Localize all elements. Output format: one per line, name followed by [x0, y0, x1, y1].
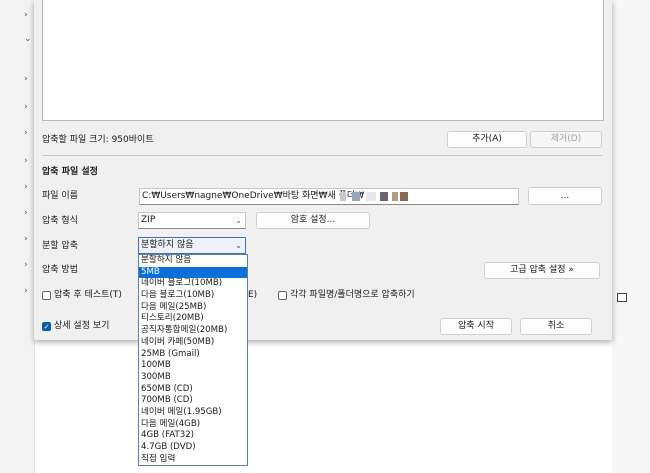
dropdown-option[interactable]: 분할하지 않음: [139, 255, 247, 267]
split-select[interactable]: 분할하지 않음 ⌄: [138, 237, 246, 254]
method-label: 압축 방법: [42, 265, 78, 275]
start-compress-button[interactable]: 압축 시작: [440, 318, 512, 335]
file-name-label: 파일 이름: [42, 191, 78, 201]
split-value: 분할하지 않음: [141, 240, 194, 250]
section-title: 압축 파일 설정: [42, 167, 98, 177]
parent-window-right: [612, 0, 650, 473]
format-label: 압축 형식: [42, 216, 78, 226]
dropdown-option[interactable]: 100MB: [139, 360, 247, 372]
parent-window-strip: › ⌄ › › › › › › › › ›: [0, 0, 35, 473]
dropdown-option[interactable]: 다음 메일(4GB): [139, 419, 247, 431]
file-path-value: C:₩Users₩nagne₩OneDrive₩바탕 화면₩새 폴더₩: [142, 191, 365, 201]
add-button[interactable]: 추가(A): [447, 131, 527, 148]
redacted-text: [340, 192, 346, 201]
chevron-right-icon[interactable]: ›: [24, 156, 32, 166]
dropdown-option[interactable]: 티스토리(20MB): [139, 313, 247, 325]
chevron-right-icon[interactable]: ›: [24, 74, 32, 84]
chevron-down-icon[interactable]: ⌄: [24, 34, 32, 44]
compress-dialog: 압축할 파일 크기: 950바이트 추가(A) 제거(D) 압축 파일 설정 파…: [34, 0, 612, 340]
chevron-down-icon: ⌄: [235, 241, 242, 250]
chevron-right-icon[interactable]: ›: [24, 182, 32, 192]
test-after-checkbox[interactable]: [42, 291, 51, 300]
chevron-right-icon[interactable]: ›: [24, 10, 32, 20]
redacted-text: [380, 192, 388, 201]
chevron-down-icon: ⌄: [235, 216, 242, 225]
show-details-checkbox[interactable]: ✓: [42, 322, 51, 331]
dropdown-option[interactable]: 공직자통합메일(20MB): [139, 325, 247, 337]
hidden-option-suffix: E): [248, 290, 258, 300]
redacted-text: [400, 192, 408, 201]
dropdown-option[interactable]: 300MB: [139, 372, 247, 384]
chevron-right-icon[interactable]: ›: [24, 260, 32, 270]
redacted-text: [392, 192, 398, 201]
show-details-label: 상세 설정 보기: [54, 321, 110, 331]
split-dropdown-list[interactable]: 분할하지 않음 5MB 네이버 블로그(10MB) 다음 블로그(10MB) 다…: [138, 254, 248, 466]
each-folder-checkbox[interactable]: [278, 291, 287, 300]
format-select[interactable]: ZIP ⌄: [138, 212, 246, 229]
advanced-settings-button[interactable]: 고급 압축 설정 »: [484, 262, 600, 279]
dropdown-option[interactable]: 직접 입력: [139, 454, 247, 465]
dropdown-option[interactable]: 네이버 블로그(10MB): [139, 278, 247, 290]
dropdown-option-highlighted[interactable]: 5MB: [139, 266, 247, 279]
dropdown-option[interactable]: 650MB (CD): [139, 384, 247, 396]
cancel-button[interactable]: 취소: [520, 318, 592, 335]
redacted-text: [366, 192, 376, 201]
chevron-right-icon[interactable]: ›: [24, 128, 32, 138]
chevron-right-icon[interactable]: ›: [24, 208, 32, 218]
file-path-input[interactable]: C:₩Users₩nagne₩OneDrive₩바탕 화면₩새 폴더₩: [139, 188, 519, 205]
chevron-right-icon[interactable]: ›: [24, 102, 32, 112]
split-label: 분할 압축: [42, 241, 78, 251]
file-list[interactable]: [42, 0, 604, 121]
dropdown-option[interactable]: 4GB (FAT32): [139, 430, 247, 442]
remove-button[interactable]: 제거(D): [530, 131, 602, 148]
dropdown-option[interactable]: 다음 메일(25MB): [139, 302, 247, 314]
format-value: ZIP: [141, 215, 156, 225]
chevron-right-icon[interactable]: ›: [24, 286, 32, 296]
dropdown-option[interactable]: 4.7GB (DVD): [139, 442, 247, 454]
each-folder-label: 각각 파일명/폴더명으로 압축하기: [290, 290, 415, 300]
browse-button[interactable]: ...: [528, 187, 602, 205]
divider: [42, 155, 602, 156]
test-after-label: 압축 후 테스트(T): [54, 290, 122, 300]
password-button[interactable]: 암호 설정...: [256, 212, 370, 229]
window-icon[interactable]: [617, 293, 627, 302]
redacted-text: [352, 192, 360, 201]
dropdown-option[interactable]: 다음 블로그(10MB): [139, 290, 247, 302]
compress-size-label: 압축할 파일 크기: 950바이트: [42, 135, 154, 145]
dropdown-option[interactable]: 25MB (Gmail): [139, 349, 247, 361]
dropdown-option[interactable]: 네이버 카페(50MB): [139, 337, 247, 349]
dropdown-option[interactable]: 700MB (CD): [139, 395, 247, 407]
chevron-right-icon[interactable]: ›: [24, 234, 32, 244]
dropdown-option[interactable]: 네이버 메일(1.95GB): [139, 407, 247, 419]
